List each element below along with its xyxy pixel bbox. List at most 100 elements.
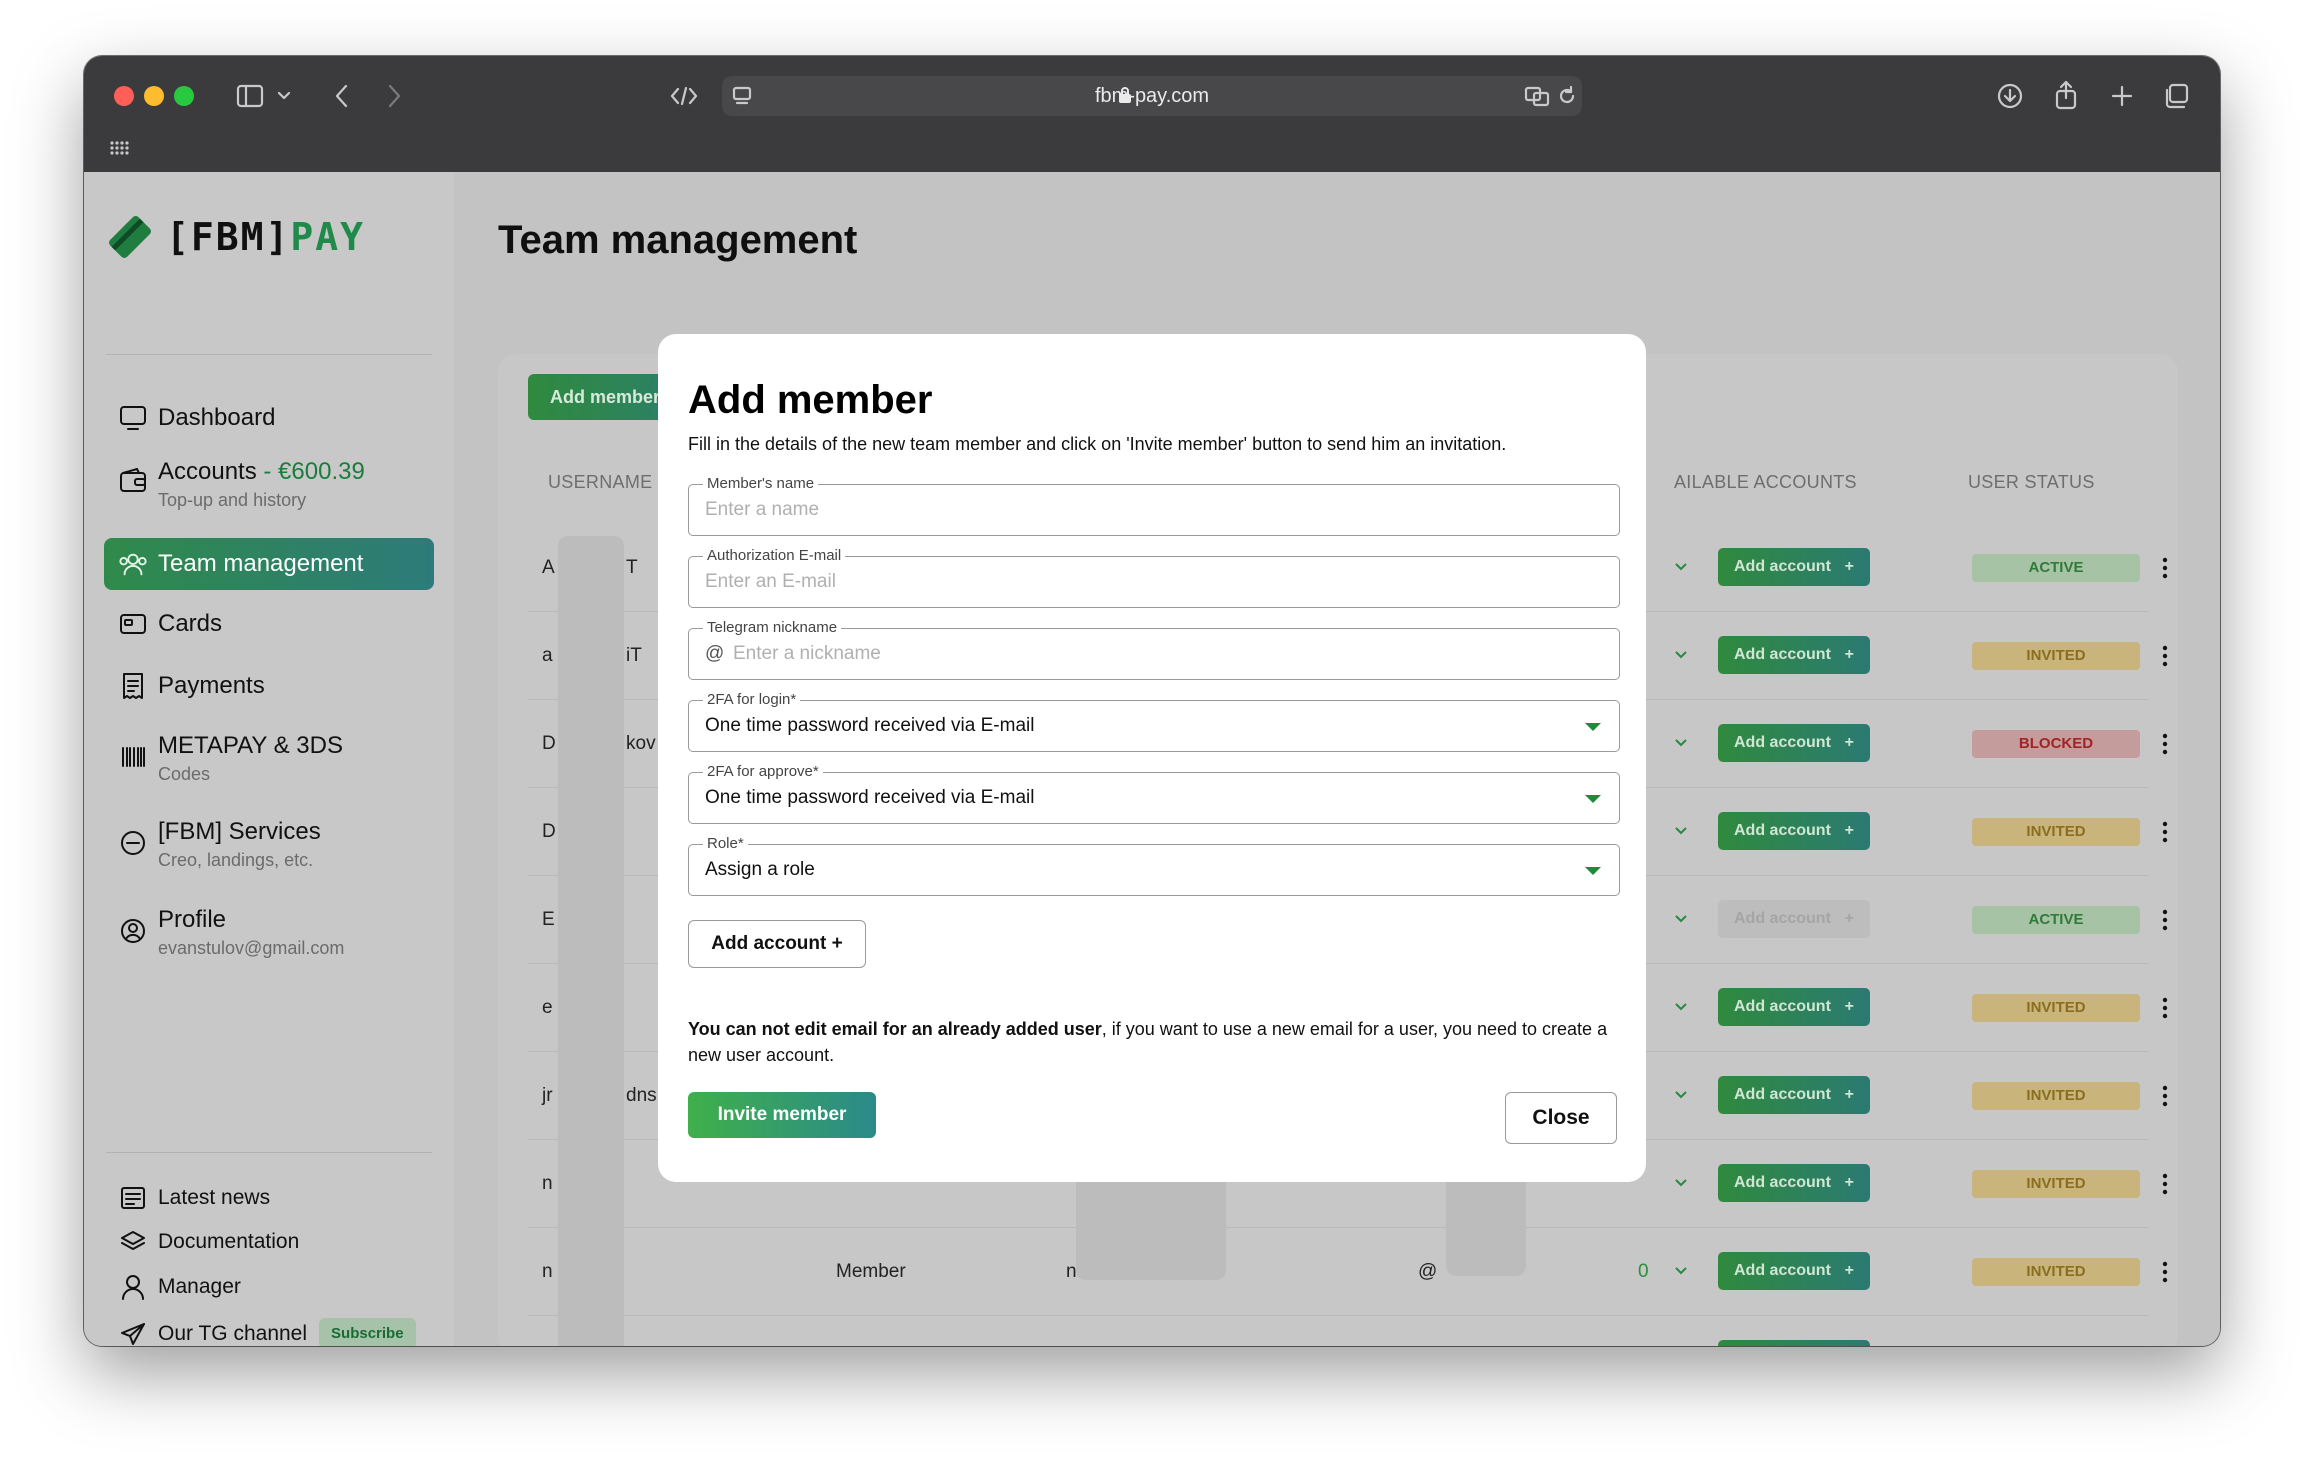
row-add-account-button[interactable]: Add account+ bbox=[1718, 1164, 1870, 1202]
chevron-down-icon[interactable] bbox=[1674, 912, 1688, 926]
footer-item-latest-news[interactable]: Latest news bbox=[120, 1186, 270, 1210]
code-icon[interactable] bbox=[664, 76, 704, 116]
email-field[interactable]: Authorization E-mail bbox=[688, 547, 1620, 608]
row-add-account-button[interactable]: Add account+ bbox=[1718, 1252, 1870, 1290]
more-options-icon[interactable] bbox=[2162, 644, 2168, 668]
email-input[interactable] bbox=[705, 557, 1585, 607]
row-add-account-label: Add account bbox=[1734, 910, 1831, 927]
back-icon[interactable] bbox=[322, 76, 362, 116]
sidebar-toggle-icon[interactable] bbox=[230, 76, 270, 116]
wallet-icon bbox=[118, 466, 148, 496]
invite-member-button[interactable]: Invite member bbox=[688, 1092, 876, 1138]
new-tab-icon[interactable] bbox=[2102, 76, 2142, 116]
footer-item-label: Documentation bbox=[158, 1230, 300, 1253]
chevron-down-icon[interactable] bbox=[1674, 824, 1688, 838]
column-header-user-status: USER STATUS bbox=[1968, 472, 2095, 492]
share-icon[interactable] bbox=[2046, 74, 2086, 116]
sidebar-item-cards[interactable]: Cards bbox=[104, 604, 434, 644]
row-add-account-button[interactable]: Add account+ bbox=[1718, 988, 1870, 1026]
zoom-window-button[interactable] bbox=[174, 86, 194, 106]
sidebar-divider bbox=[106, 1152, 432, 1153]
row-add-account-button[interactable]: Add account+ bbox=[1718, 900, 1870, 938]
chevron-down-icon[interactable] bbox=[1674, 648, 1688, 662]
twofa-approve-select[interactable]: 2FA for approve* One time password recei… bbox=[688, 763, 1620, 824]
url-text: fbm-pay.com bbox=[1094, 85, 1210, 107]
username-cell: D bbox=[542, 733, 556, 754]
row-add-account-button[interactable]: Add account+ bbox=[1718, 812, 1870, 850]
chevron-down-icon[interactable] bbox=[1674, 1088, 1688, 1102]
fbm-badge-icon bbox=[118, 828, 148, 858]
footer-item-tg-channel[interactable]: Our TG channel Subscribe bbox=[120, 1318, 416, 1346]
more-options-icon[interactable] bbox=[2162, 1172, 2168, 1196]
telegram-cell: @ bbox=[1418, 1316, 1437, 1346]
row-add-account-button[interactable]: Add account+ bbox=[1718, 636, 1870, 674]
reload-icon[interactable] bbox=[1554, 82, 1580, 110]
more-options-icon[interactable] bbox=[2162, 556, 2168, 580]
close-window-button[interactable] bbox=[114, 86, 134, 106]
sidebar-item-payments[interactable]: Payments bbox=[104, 666, 434, 706]
subscribe-badge[interactable]: Subscribe bbox=[319, 1318, 416, 1346]
member-name-field[interactable]: Member's name bbox=[688, 475, 1620, 536]
close-button[interactable]: Close bbox=[1505, 1092, 1617, 1144]
sidebar-item-services[interactable]: [FBM] Services Creo, landings, etc. bbox=[104, 818, 434, 871]
forward-icon[interactable] bbox=[374, 76, 414, 116]
username-cell-end: IE bbox=[626, 1316, 644, 1346]
apps-grid-icon[interactable] bbox=[108, 136, 132, 160]
telegram-nickname-input[interactable] bbox=[733, 629, 1593, 679]
row-add-account-button[interactable]: Add account+ bbox=[1718, 548, 1870, 586]
sidebar-item-dashboard[interactable]: Dashboard bbox=[104, 398, 434, 438]
fbm-pay-logo[interactable]: [FBM]PAY bbox=[104, 212, 365, 262]
add-account-button[interactable]: Add account + bbox=[688, 920, 866, 968]
row-add-account-button[interactable]: Add account+ bbox=[1718, 1340, 1870, 1346]
more-options-icon[interactable] bbox=[2162, 732, 2168, 756]
sidebar-item-accounts[interactable]: Accounts - €600.39 Top-up and history bbox=[104, 458, 434, 511]
more-options-icon[interactable] bbox=[2162, 996, 2168, 1020]
chevron-down-icon[interactable] bbox=[1674, 1176, 1688, 1190]
translate-icon[interactable] bbox=[1522, 82, 1552, 110]
tab-overview-icon[interactable] bbox=[2156, 76, 2196, 116]
logo-text-pay: PAY bbox=[290, 215, 366, 259]
chevron-down-icon[interactable] bbox=[1674, 1000, 1688, 1014]
redaction-block bbox=[1446, 1170, 1526, 1276]
at-prefix: @ bbox=[705, 643, 725, 664]
member-name-input[interactable] bbox=[705, 485, 1585, 535]
column-header-username: USERNAME bbox=[548, 472, 653, 492]
status-badge: BLOCKED bbox=[1972, 730, 2140, 758]
card-icon bbox=[118, 609, 148, 639]
sidebar-item-profile[interactable]: Profile evanstulov@gmail.com bbox=[104, 906, 434, 959]
telegram-nickname-field[interactable]: Telegram nickname @ bbox=[688, 619, 1620, 680]
sidebar-item-team-management[interactable]: Team management bbox=[104, 538, 434, 590]
status-badge: INVITED bbox=[1972, 1082, 2140, 1110]
chevron-down-icon[interactable] bbox=[1674, 1264, 1688, 1278]
row-add-account-button[interactable]: Add account+ bbox=[1718, 1076, 1870, 1114]
minimize-window-button[interactable] bbox=[144, 86, 164, 106]
table-row[interactable]: nMemberna@0Add account+INVITED bbox=[528, 1228, 2168, 1316]
role-select[interactable]: Role* Assign a role bbox=[688, 835, 1620, 896]
more-options-icon[interactable] bbox=[2162, 1260, 2168, 1284]
sidebar-item-metapay[interactable]: METAPAY & 3DS Codes bbox=[104, 732, 434, 785]
more-options-icon[interactable] bbox=[2162, 820, 2168, 844]
more-options-icon[interactable] bbox=[2162, 908, 2168, 932]
table-row[interactable]: NIEMemberNI.com@ME2Add account+INVITED bbox=[528, 1316, 2148, 1346]
plus-icon: + bbox=[1844, 998, 1854, 1015]
browser-titlebar: fbm-pay.com bbox=[84, 56, 2220, 172]
redaction-block bbox=[558, 536, 624, 1346]
more-options-icon[interactable] bbox=[2162, 1084, 2168, 1108]
chevron-down-icon[interactable] bbox=[274, 80, 294, 112]
dialog-title: Add member bbox=[688, 378, 933, 422]
row-add-account-button[interactable]: Add account+ bbox=[1718, 724, 1870, 762]
address-bar[interactable]: fbm-pay.com bbox=[722, 76, 1582, 116]
download-icon[interactable] bbox=[1990, 76, 2030, 116]
profile-email: evanstulov@gmail.com bbox=[158, 938, 345, 958]
chevron-down-icon[interactable] bbox=[1674, 560, 1688, 574]
add-member-dialog: Add member Fill in the details of the ne… bbox=[658, 334, 1646, 1182]
person-icon bbox=[122, 1275, 144, 1300]
sidebar-item-sub: Top-up and history bbox=[158, 490, 307, 510]
users-icon bbox=[118, 549, 148, 579]
telegram-send-icon bbox=[121, 1322, 145, 1345]
twofa-login-select[interactable]: 2FA for login* One time password receive… bbox=[688, 691, 1620, 752]
footer-item-manager[interactable]: Manager bbox=[120, 1274, 241, 1300]
chevron-down-icon[interactable] bbox=[1674, 736, 1688, 750]
dropdown-arrow-icon bbox=[1585, 723, 1601, 731]
footer-item-documentation[interactable]: Documentation bbox=[120, 1230, 299, 1254]
